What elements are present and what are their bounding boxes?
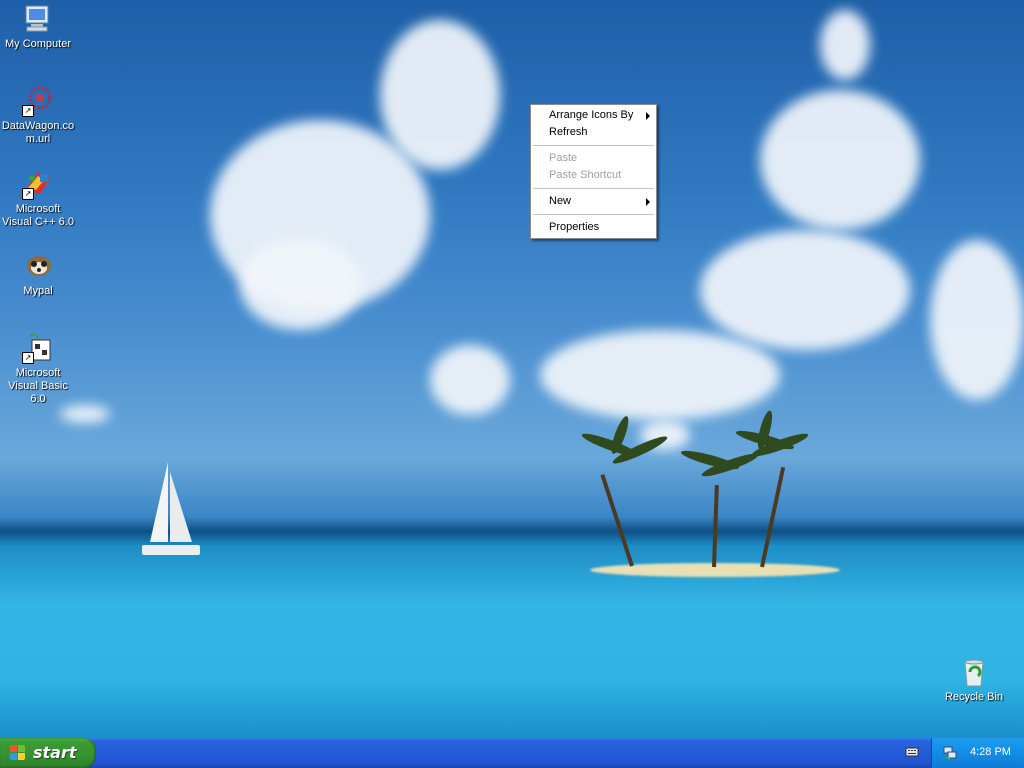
wallpaper-cloud: [240, 240, 360, 330]
menu-item-paste-shortcut: Paste Shortcut: [531, 167, 656, 184]
submenu-arrow-icon: [646, 112, 650, 120]
desktop-icon-my-computer[interactable]: My Computer: [0, 3, 76, 51]
menu-separator: [533, 145, 654, 146]
submenu-arrow-icon: [646, 198, 650, 206]
datawagon-url-icon: ↗: [22, 85, 54, 117]
desktop-icon-label: My Computer: [4, 38, 72, 50]
my-computer-icon: [22, 3, 54, 35]
wallpaper-cloud: [700, 230, 910, 350]
menu-separator: [533, 214, 654, 215]
wallpaper-cloud: [380, 20, 500, 170]
visual-cpp-icon: ↗: [22, 168, 54, 200]
system-tray: 4:28 PM: [931, 738, 1024, 768]
desktop-icon-mypal[interactable]: Mypal: [0, 250, 76, 298]
wallpaper-cloud: [930, 240, 1024, 400]
desktop-icon-label: DataWagon.co m.url: [1, 120, 75, 145]
start-label: start: [33, 743, 77, 762]
desktop-icon-visual-cpp[interactable]: ↗ Microsoft Visual C++ 6.0: [0, 168, 76, 229]
shortcut-arrow-icon: ↗: [22, 352, 34, 364]
menu-item-new[interactable]: New: [531, 193, 656, 210]
desktop-icon-label: Microsoft Visual Basic 6.0: [8, 367, 68, 405]
menu-item-label: New: [549, 195, 572, 207]
recycle-bin-icon: [958, 656, 990, 688]
menu-separator: [533, 188, 654, 189]
desktop-context-menu: Arrange Icons By Refresh Paste Paste Sho…: [530, 104, 657, 239]
wallpaper-cloud: [540, 330, 780, 420]
menu-item-properties[interactable]: Properties: [531, 219, 656, 236]
menu-item-label: Paste Shortcut: [549, 169, 622, 181]
taskbar: start 4:28 PM: [0, 738, 1024, 768]
desktop[interactable]: My Computer ↗ DataWagon.co m.url ↗ Micro…: [0, 0, 1024, 738]
desktop-icon-visual-basic[interactable]: ↗ Microsoft Visual Basic 6.0: [0, 332, 76, 406]
visual-basic-icon: ↗: [22, 332, 54, 364]
desktop-icon-label: Recycle Bin: [944, 691, 1004, 703]
shortcut-arrow-icon: ↗: [22, 105, 34, 117]
menu-item-refresh[interactable]: Refresh: [531, 124, 656, 141]
mypal-icon: [22, 250, 54, 282]
wallpaper-cloud: [60, 405, 110, 423]
desktop-icon-label: Microsoft Visual C++ 6.0: [2, 203, 74, 228]
desktop-icon-label: Mypal: [23, 285, 53, 297]
start-button[interactable]: start: [0, 738, 96, 768]
menu-item-arrange-icons-by[interactable]: Arrange Icons By: [531, 107, 656, 124]
network-icon[interactable]: [942, 745, 957, 760]
windows-logo-icon: [10, 745, 26, 761]
desktop-icon-datawagon[interactable]: ↗ DataWagon.co m.url: [0, 85, 76, 146]
desktop-icon-recycle-bin[interactable]: Recycle Bin: [936, 656, 1012, 704]
keyboard-icon[interactable]: [905, 745, 919, 759]
menu-item-label: Properties: [549, 221, 600, 233]
menu-item-label: Paste: [549, 152, 578, 164]
shortcut-arrow-icon: ↗: [22, 188, 34, 200]
menu-item-label: Arrange Icons By: [549, 109, 634, 121]
wallpaper-cloud: [820, 10, 870, 80]
wallpaper-cloud: [430, 345, 510, 415]
wallpaper-cloud: [760, 90, 920, 230]
clock[interactable]: 4:28 PM: [970, 746, 1011, 758]
menu-item-label: Refresh: [549, 126, 588, 138]
menu-item-paste: Paste: [531, 150, 656, 167]
